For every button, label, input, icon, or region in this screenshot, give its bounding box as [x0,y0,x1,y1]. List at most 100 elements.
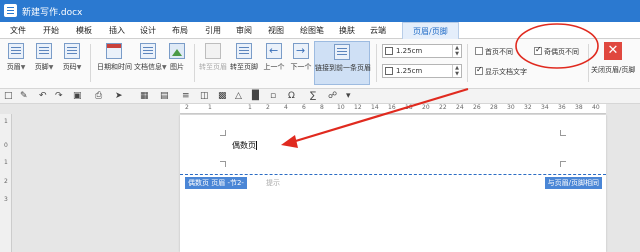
ruler-number: 32 [524,104,532,111]
format-icon[interactable]: ▤ [160,91,169,101]
ruler-number: 16 [388,104,396,111]
ruler-number: 20 [422,104,430,111]
pen-icon[interactable]: ✎ [20,91,28,101]
more-icon[interactable]: ▾ [346,91,351,101]
ruler-number: 2 [185,104,189,111]
footer-distance-value: 1.25cm [396,67,423,75]
spinner-arrows-icon[interactable]: ▲ ▼ [452,45,461,57]
link-to-previous-button[interactable]: 链接到前一条页眉 [314,41,371,85]
table-icon[interactable]: ▦ [140,91,149,101]
page-number-icon [64,43,80,59]
picture-icon [169,43,185,59]
menu-home[interactable]: 开始 [43,25,59,36]
datetime-button[interactable]: 日期和时间 [97,43,132,72]
footer-button[interactable]: 页脚▼ [31,43,57,72]
datetime-label: 日期和时间 [97,63,132,71]
footer-distance-field[interactable]: 1.25cm ▲ ▼ [382,64,462,78]
menu-view[interactable]: 视图 [268,25,284,36]
undo-icon[interactable]: ↶ [39,91,47,101]
equation-icon[interactable]: ∑ [310,91,316,101]
ruler-number: 36 [558,104,566,111]
document-page[interactable]: 偶数页 偶数页 页眉 -节2- 提示 与页眉/页脚相同 [180,115,606,252]
page-number-label: 页码 [62,63,77,71]
ribbon-divider [194,44,195,82]
header-button[interactable]: 页眉▼ [3,43,29,72]
menu-draw-pen[interactable]: 绘图笔 [300,25,324,36]
menu-insert[interactable]: 插入 [109,25,125,36]
ruler-number: 24 [456,104,464,111]
picture-button[interactable]: 图片 [164,43,190,72]
goto-footer-icon [236,43,252,59]
menu-references[interactable]: 引用 [205,25,221,36]
checkbox-box [475,47,483,55]
doc-info-icon [140,43,156,59]
goto-footer-label: 转至页脚 [230,63,258,71]
chart-icon[interactable]: █ [252,91,259,101]
menu-skin[interactable]: 换肤 [339,25,355,36]
ruler-number: 6 [302,104,306,111]
print-icon[interactable]: ⎙ [95,91,102,101]
image-icon[interactable]: ▩ [218,91,227,101]
goto-header-label: 转至页眉 [199,63,227,71]
first-page-different-checkbox[interactable]: 首页不同 [475,47,513,57]
doc-info-button[interactable]: 文档信息▼ [134,43,167,72]
ruler-number: 1 [4,159,8,166]
menu-template[interactable]: 模板 [76,25,92,36]
next-button[interactable]: 下一个 [288,43,314,72]
ruler-number: 26 [473,104,481,111]
pointer-icon[interactable]: ➤ [115,91,123,101]
ruler-number: 2 [4,178,8,185]
header-editing-area[interactable]: 偶数页 [232,140,257,151]
arrow-right-icon [293,43,309,59]
ruler-number: 3 [4,196,8,203]
menu-review[interactable]: 审阅 [236,25,252,36]
ruler-number: 12 [354,104,362,111]
symbol-icon[interactable]: Ω [288,91,295,101]
calendar-icon [106,43,122,59]
ruler-number: 38 [575,104,583,111]
shape-icon[interactable]: △ [235,91,242,101]
header-boundary-line [180,174,606,175]
header-section-tag: 偶数页 页眉 -节2- [185,177,247,189]
goto-footer-button[interactable]: 转至页脚 [229,43,259,72]
save-icon[interactable]: ▣ [73,91,82,101]
menu-cloud[interactable]: 云端 [370,25,386,36]
ribbon-divider [90,44,91,82]
vertical-ruler[interactable]: 1 0 1 2 3 [0,114,12,252]
page-number-button[interactable]: 页码▼ [59,43,85,72]
show-document-text-label: 显示文档文字 [485,68,527,76]
menu-design[interactable]: 设计 [140,25,156,36]
close-header-footer-button[interactable]: ✕ [604,42,622,60]
new-document-icon[interactable]: □ [4,91,13,101]
previous-label: 上一个 [263,63,285,71]
window-title: 新建写作.docx [22,8,83,18]
link-to-previous-label: 链接到前一条页眉 [315,64,371,72]
quick-access-toolbar: □ ✎ ↶ ↷ ▣ ⎙ ➤ ▦ ▤ ≡ ◫ ▩ △ █ ▫ Ω ∑ ☍ ▾ [0,89,640,104]
link-icon[interactable]: ☍ [328,91,337,101]
header-distance-field[interactable]: 1.25cm ▲ ▼ [382,44,462,58]
menu-layout[interactable]: 布局 [172,25,188,36]
header-icon [8,43,24,59]
spinner-arrows-icon[interactable]: ▲ ▼ [452,65,461,77]
horizontal-ruler[interactable]: 2 1 1 2 4 6 8 10 12 14 16 18 20 22 24 26… [180,104,606,114]
previous-button[interactable]: 上一个 [261,43,287,72]
ruler-number: 14 [371,104,379,111]
show-document-text-checkbox[interactable]: 显示文档文字 [475,65,527,77]
goto-header-button[interactable]: 转至页眉 [198,43,228,72]
tab-header-footer[interactable]: 页眉/页脚 [402,22,459,39]
menu-file[interactable]: 文件 [10,25,26,36]
align-icon[interactable]: ≡ [182,91,190,101]
checkbox-box [534,45,542,55]
redo-icon[interactable]: ↷ [55,91,63,101]
ruler-number: 0 [4,142,8,149]
ribbon-divider [376,44,377,82]
link-icon [334,44,350,60]
first-page-different-label: 首页不同 [485,48,513,56]
text-box-icon[interactable]: ▫ [270,91,276,101]
column-icon[interactable]: ◫ [200,91,209,101]
margin-corner-mark [560,161,566,167]
ruler-number: 8 [320,104,324,111]
close-icon: ✕ [607,43,619,58]
picture-label: 图片 [170,63,184,71]
odd-even-different-checkbox[interactable]: 奇偶页不同 [534,45,579,57]
